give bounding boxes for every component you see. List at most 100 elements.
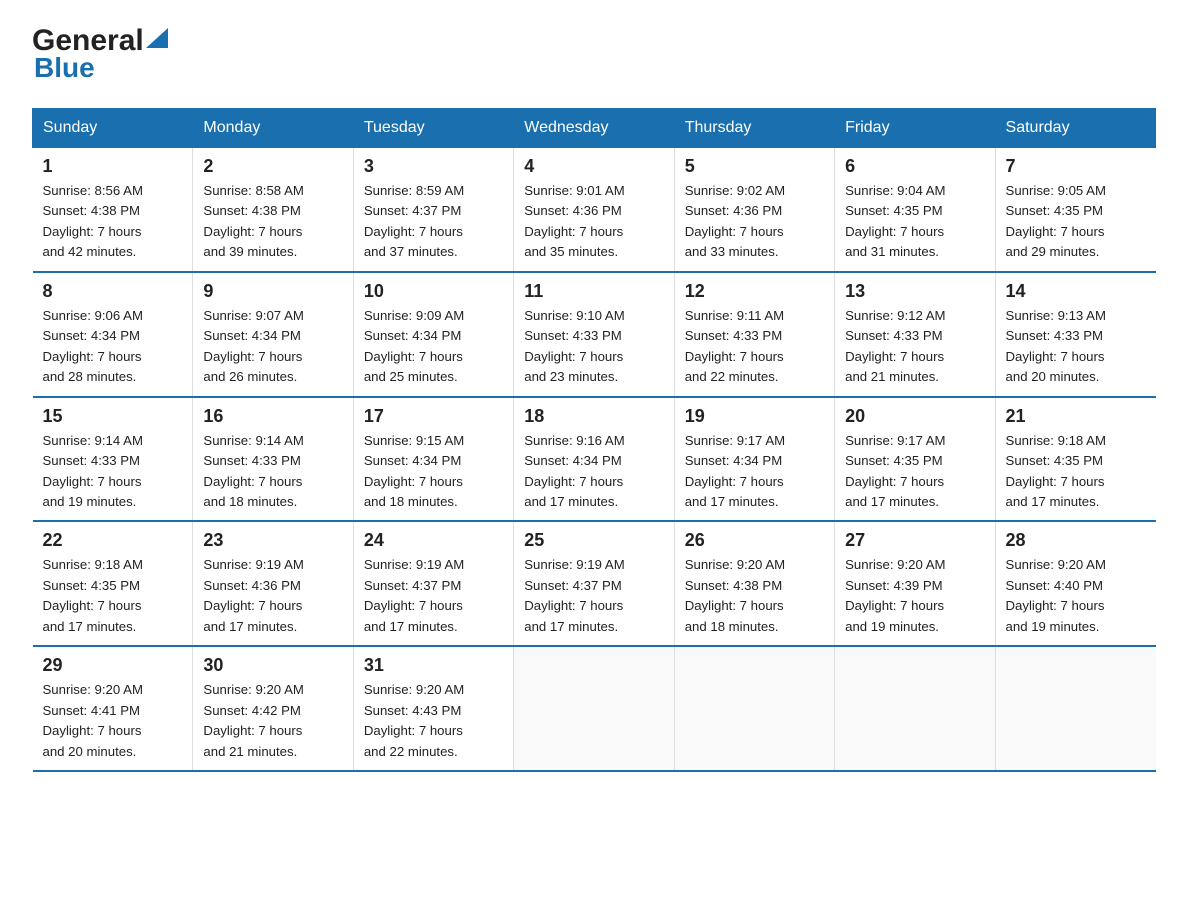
calendar-cell [835,646,995,771]
day-info: Sunrise: 8:59 AMSunset: 4:37 PMDaylight:… [364,181,503,263]
logo: General Blue [32,24,168,84]
day-info: Sunrise: 9:20 AMSunset: 4:40 PMDaylight:… [1006,555,1146,637]
calendar-cell: 9Sunrise: 9:07 AMSunset: 4:34 PMDaylight… [193,272,353,397]
logo-blue-text: Blue [34,52,95,84]
calendar-cell: 8 Sunrise: 9:06 AMSunset: 4:34 PMDaylight… [33,272,193,397]
day-info: Sunrise: 9:17 AMSunset: 4:34 PMDaylight:… [685,431,824,513]
logo-triangle-icon [146,28,168,48]
day-number: 20 [845,406,984,427]
day-number: 1 [43,156,183,177]
header-sunday: Sunday [33,109,193,148]
day-info: Sunrise: 9:16 AMSunset: 4:34 PMDaylight:… [524,431,663,513]
day-number: 26 [685,530,824,551]
day-number: 4 [524,156,663,177]
calendar-cell: 15 Sunrise: 9:14 AMSunset: 4:33 PMDayligh… [33,397,193,522]
day-info: Sunrise: 9:04 AMSunset: 4:35 PMDaylight:… [845,181,984,263]
header-tuesday: Tuesday [353,109,513,148]
day-number: 22 [43,530,183,551]
day-number: 30 [203,655,342,676]
calendar-cell: 30 Sunrise: 9:20 AMSunset: 4:42 PMDayligh… [193,646,353,771]
day-number: 9 [203,281,342,302]
day-info: Sunrise: 9:19 AMSunset: 4:37 PMDaylight:… [364,555,503,637]
day-number: 13 [845,281,984,302]
calendar-cell: 4Sunrise: 9:01 AMSunset: 4:36 PMDaylight… [514,148,674,272]
calendar-header-row: SundayMondayTuesdayWednesdayThursdayFrid… [33,109,1156,148]
calendar-cell: 3 Sunrise: 8:59 AMSunset: 4:37 PMDaylight… [353,148,513,272]
calendar-cell [995,646,1155,771]
calendar-cell: 27Sunrise: 9:20 AMSunset: 4:39 PMDayligh… [835,521,995,646]
day-info: Sunrise: 9:06 AMSunset: 4:34 PMDaylight:… [43,306,183,388]
day-number: 23 [203,530,342,551]
day-number: 3 [364,156,503,177]
calendar-cell: 16 Sunrise: 9:14 AMSunset: 4:33 PMDayligh… [193,397,353,522]
calendar-cell: 31 Sunrise: 9:20 AMSunset: 4:43 PMDayligh… [353,646,513,771]
day-info: Sunrise: 9:02 AMSunset: 4:36 PMDaylight:… [685,181,824,263]
calendar-week-4: 22Sunrise: 9:18 AMSunset: 4:35 PMDayligh… [33,521,1156,646]
calendar-cell: 17 Sunrise: 9:15 AMSunset: 4:34 PMDayligh… [353,397,513,522]
day-number: 19 [685,406,824,427]
calendar-cell: 28Sunrise: 9:20 AMSunset: 4:40 PMDayligh… [995,521,1155,646]
day-info: Sunrise: 9:20 AMSunset: 4:42 PMDaylight:… [203,680,342,762]
day-info: Sunrise: 9:20 AMSunset: 4:43 PMDaylight:… [364,680,503,762]
day-info: Sunrise: 9:19 AMSunset: 4:37 PMDaylight:… [524,555,663,637]
header-monday: Monday [193,109,353,148]
calendar-cell: 7 Sunrise: 9:05 AMSunset: 4:35 PMDaylight… [995,148,1155,272]
calendar-cell: 29 Sunrise: 9:20 AMSunset: 4:41 PMDayligh… [33,646,193,771]
day-info: Sunrise: 9:17 AMSunset: 4:35 PMDaylight:… [845,431,984,513]
day-info: Sunrise: 9:10 AMSunset: 4:33 PMDaylight:… [524,306,663,388]
header-wednesday: Wednesday [514,109,674,148]
day-number: 7 [1006,156,1146,177]
day-number: 14 [1006,281,1146,302]
calendar-cell: 13 Sunrise: 9:12 AMSunset: 4:33 PMDayligh… [835,272,995,397]
day-info: Sunrise: 9:14 AMSunset: 4:33 PMDaylight:… [203,431,342,513]
calendar-cell: 6 Sunrise: 9:04 AMSunset: 4:35 PMDaylight… [835,148,995,272]
day-info: Sunrise: 9:20 AMSunset: 4:38 PMDaylight:… [685,555,824,637]
day-info: Sunrise: 9:12 AMSunset: 4:33 PMDaylight:… [845,306,984,388]
day-number: 31 [364,655,503,676]
header-saturday: Saturday [995,109,1155,148]
calendar-cell: 14 Sunrise: 9:13 AMSunset: 4:33 PMDayligh… [995,272,1155,397]
calendar-cell: 11 Sunrise: 9:10 AMSunset: 4:33 PMDayligh… [514,272,674,397]
calendar-cell: 18Sunrise: 9:16 AMSunset: 4:34 PMDayligh… [514,397,674,522]
day-number: 5 [685,156,824,177]
calendar-cell: 2 Sunrise: 8:58 AMSunset: 4:38 PMDaylight… [193,148,353,272]
calendar-week-1: 1 Sunrise: 8:56 AMSunset: 4:38 PMDaylight… [33,148,1156,272]
day-number: 29 [43,655,183,676]
day-number: 16 [203,406,342,427]
calendar-cell: 26 Sunrise: 9:20 AMSunset: 4:38 PMDayligh… [674,521,834,646]
header-friday: Friday [835,109,995,148]
calendar-cell: 21 Sunrise: 9:18 AMSunset: 4:35 PMDayligh… [995,397,1155,522]
day-number: 24 [364,530,503,551]
day-number: 15 [43,406,183,427]
calendar-cell [514,646,674,771]
day-number: 2 [203,156,342,177]
calendar-cell: 1 Sunrise: 8:56 AMSunset: 4:38 PMDaylight… [33,148,193,272]
day-info: Sunrise: 9:19 AMSunset: 4:36 PMDaylight:… [203,555,342,637]
day-info: Sunrise: 9:18 AMSunset: 4:35 PMDaylight:… [1006,431,1146,513]
day-number: 8 [43,281,183,302]
day-info: Sunrise: 9:14 AMSunset: 4:33 PMDaylight:… [43,431,183,513]
day-info: Sunrise: 9:15 AMSunset: 4:34 PMDaylight:… [364,431,503,513]
day-info: Sunrise: 8:56 AMSunset: 4:38 PMDaylight:… [43,181,183,263]
calendar-cell: 19 Sunrise: 9:17 AMSunset: 4:34 PMDayligh… [674,397,834,522]
day-number: 25 [524,530,663,551]
day-info: Sunrise: 9:20 AMSunset: 4:41 PMDaylight:… [43,680,183,762]
calendar-cell: 20 Sunrise: 9:17 AMSunset: 4:35 PMDayligh… [835,397,995,522]
calendar-week-5: 29 Sunrise: 9:20 AMSunset: 4:41 PMDayligh… [33,646,1156,771]
calendar-week-2: 8 Sunrise: 9:06 AMSunset: 4:34 PMDaylight… [33,272,1156,397]
day-info: Sunrise: 9:13 AMSunset: 4:33 PMDaylight:… [1006,306,1146,388]
page-header: General Blue [32,24,1156,84]
day-number: 11 [524,281,663,302]
calendar-week-3: 15 Sunrise: 9:14 AMSunset: 4:33 PMDayligh… [33,397,1156,522]
day-number: 21 [1006,406,1146,427]
day-number: 12 [685,281,824,302]
day-number: 17 [364,406,503,427]
calendar-cell: 24 Sunrise: 9:19 AMSunset: 4:37 PMDayligh… [353,521,513,646]
day-number: 6 [845,156,984,177]
calendar-cell: 23 Sunrise: 9:19 AMSunset: 4:36 PMDayligh… [193,521,353,646]
day-info: Sunrise: 8:58 AMSunset: 4:38 PMDaylight:… [203,181,342,263]
day-info: Sunrise: 9:20 AMSunset: 4:39 PMDaylight:… [845,555,984,637]
calendar-cell: 12Sunrise: 9:11 AMSunset: 4:33 PMDayligh… [674,272,834,397]
day-info: Sunrise: 9:09 AMSunset: 4:34 PMDaylight:… [364,306,503,388]
day-info: Sunrise: 9:05 AMSunset: 4:35 PMDaylight:… [1006,181,1146,263]
